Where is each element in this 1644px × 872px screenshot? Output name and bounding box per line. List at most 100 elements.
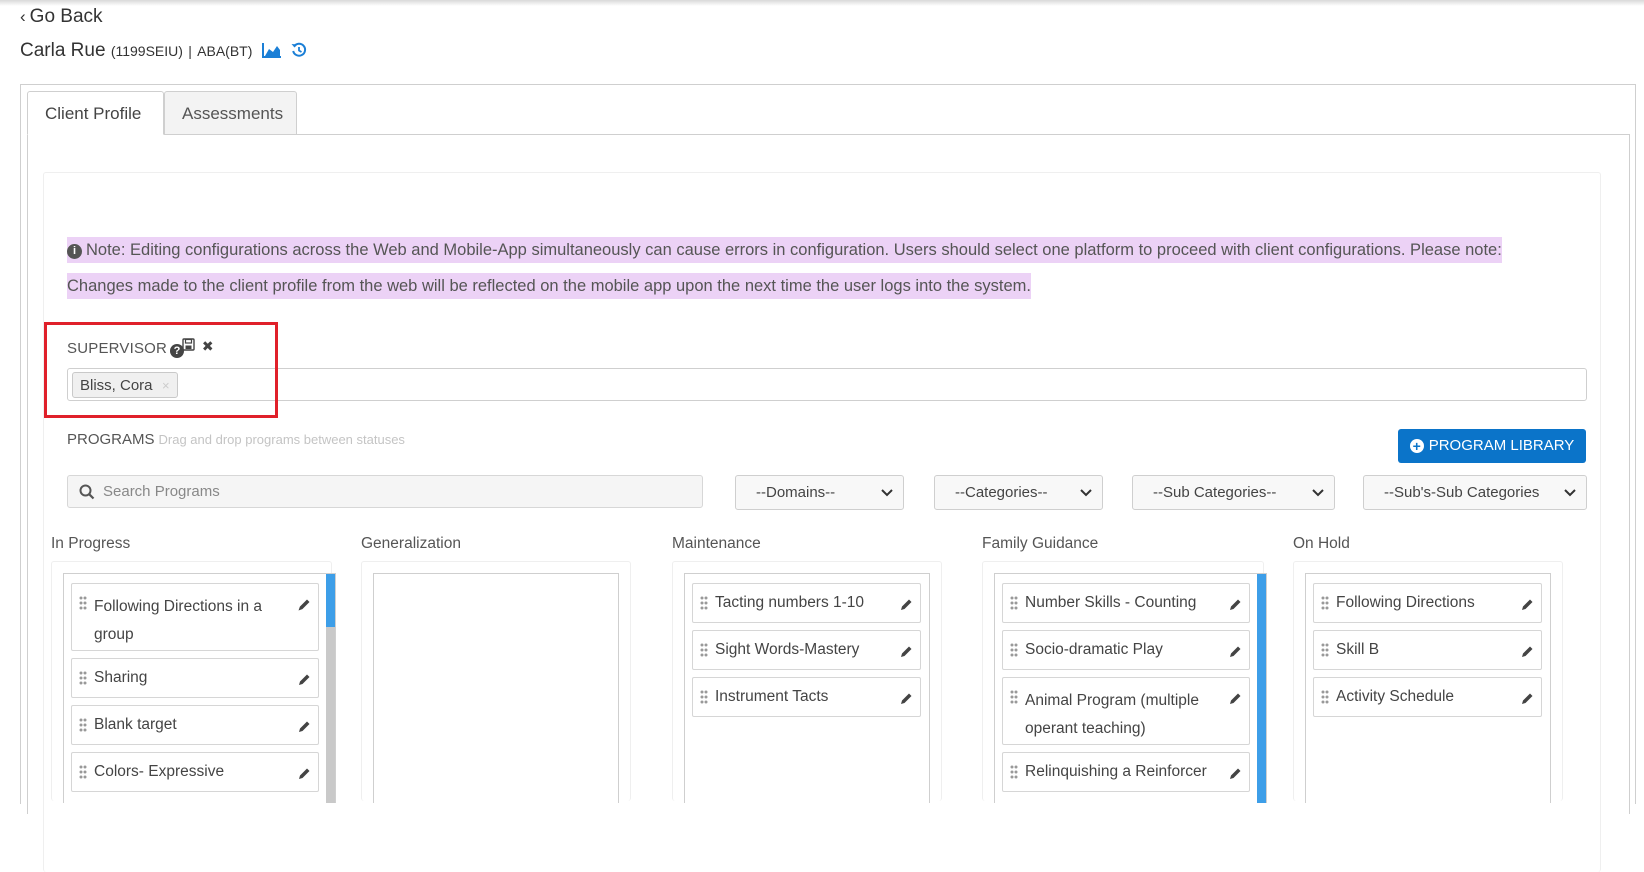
program-card[interactable]: Blank target bbox=[71, 705, 319, 745]
info-icon: i bbox=[67, 244, 82, 259]
program-card[interactable]: Activity Schedule bbox=[1313, 677, 1542, 717]
program-name: Number Skills - Counting bbox=[1025, 594, 1197, 611]
domains-select[interactable]: --Domains-- bbox=[735, 475, 904, 510]
program-name: Sight Words-Mastery bbox=[715, 641, 860, 658]
program-name: Socio-dramatic Play bbox=[1025, 641, 1163, 658]
pencil-icon[interactable] bbox=[1228, 598, 1242, 612]
program-library-label: PROGRAM LIBRARY bbox=[1428, 437, 1575, 454]
search-placeholder: Search Programs bbox=[103, 483, 220, 500]
program-card[interactable]: Skill B bbox=[1313, 630, 1542, 670]
program-card[interactable]: Tacting numbers 1-10 bbox=[692, 583, 921, 623]
programs-label: PROGRAMS Drag and drop programs between s… bbox=[67, 431, 405, 448]
drag-handle-icon[interactable] bbox=[700, 690, 708, 704]
chevron-down-icon bbox=[1080, 476, 1092, 509]
chevron-down-icon bbox=[1560, 476, 1576, 509]
program-name: Tacting numbers 1-10 bbox=[715, 594, 865, 611]
pencil-icon[interactable] bbox=[899, 645, 913, 659]
program-card[interactable]: Animal Program (multiple operant teaching… bbox=[1002, 677, 1250, 745]
go-back-label: Go Back bbox=[29, 6, 103, 27]
pencil-icon[interactable] bbox=[297, 767, 311, 781]
supervisor-select[interactable]: Bliss, Cora × bbox=[67, 368, 1587, 401]
chevron-left-icon: ‹ bbox=[20, 7, 26, 26]
program-name: Sharing bbox=[94, 669, 148, 686]
column-title-generalization: Generalization bbox=[361, 535, 461, 552]
pencil-icon[interactable] bbox=[1228, 767, 1242, 781]
categories-select[interactable]: --Categories-- bbox=[934, 475, 1103, 510]
drag-handle-icon[interactable] bbox=[700, 596, 708, 610]
program-name: Skill B bbox=[1336, 641, 1380, 658]
drag-handle-icon[interactable] bbox=[1010, 765, 1018, 779]
scrollbar[interactable] bbox=[1257, 574, 1266, 803]
program-card[interactable]: Instrument Tacts bbox=[692, 677, 921, 717]
drag-handle-icon[interactable] bbox=[1321, 643, 1329, 657]
pencil-icon[interactable] bbox=[1520, 692, 1534, 706]
program-name: Following Directions bbox=[1336, 594, 1475, 611]
pencil-icon[interactable] bbox=[1228, 645, 1242, 659]
drag-handle-icon[interactable] bbox=[79, 596, 87, 610]
pencil-icon[interactable] bbox=[899, 598, 913, 612]
program-card[interactable]: Relinquishing a Reinforcer bbox=[1002, 752, 1250, 792]
program-card[interactable]: Socio-dramatic Play bbox=[1002, 630, 1250, 670]
pencil-icon[interactable] bbox=[1520, 645, 1534, 659]
subs-sub-categories-select[interactable]: --Sub's-Sub Categories bbox=[1363, 475, 1587, 510]
note-line-2: Changes made to the client profile from … bbox=[67, 273, 1031, 299]
drag-handle-icon[interactable] bbox=[700, 643, 708, 657]
pencil-icon[interactable] bbox=[1228, 692, 1242, 706]
history-icon[interactable] bbox=[291, 42, 307, 64]
drag-handle-icon[interactable] bbox=[1010, 690, 1018, 704]
scrollbar[interactable] bbox=[326, 574, 335, 803]
plus-circle-icon: + bbox=[1409, 439, 1424, 453]
program-card[interactable]: Following Directions in a group bbox=[71, 583, 319, 651]
column-title-on-hold: On Hold bbox=[1293, 535, 1350, 552]
pencil-icon[interactable] bbox=[899, 692, 913, 706]
scrollbar-thumb[interactable] bbox=[326, 574, 335, 627]
program-name: Blank target bbox=[94, 716, 177, 733]
program-name-cont: group bbox=[94, 626, 134, 643]
drag-handle-icon[interactable] bbox=[1321, 596, 1329, 610]
program-card[interactable]: Following Directions bbox=[1313, 583, 1542, 623]
pencil-icon[interactable] bbox=[1520, 598, 1534, 612]
tab-assessments[interactable]: Assessments bbox=[164, 91, 297, 135]
sub-categories-select[interactable]: --Sub Categories-- bbox=[1132, 475, 1335, 510]
tab-client-profile[interactable]: Client Profile bbox=[27, 91, 164, 135]
chevron-down-icon bbox=[881, 476, 893, 509]
search-icon bbox=[79, 484, 95, 505]
separator: | bbox=[188, 43, 192, 59]
pencil-icon[interactable] bbox=[297, 673, 311, 687]
program-name: Activity Schedule bbox=[1336, 688, 1455, 705]
drag-handle-icon[interactable] bbox=[79, 765, 87, 779]
program-name: Animal Program (multiple bbox=[1025, 692, 1199, 709]
go-back-link[interactable]: ‹ Go Back bbox=[20, 6, 103, 28]
drag-handle-icon[interactable] bbox=[1010, 596, 1018, 610]
drag-handle-icon[interactable] bbox=[79, 718, 87, 732]
client-name: Carla Rue bbox=[20, 40, 106, 61]
note-line-1: Note: Editing configurations across the … bbox=[86, 241, 1502, 259]
generalization-list[interactable] bbox=[373, 573, 619, 803]
column-title-family-guidance: Family Guidance bbox=[982, 535, 1099, 552]
program-name: Colors- Expressive bbox=[94, 763, 225, 780]
area-chart-icon[interactable] bbox=[261, 42, 282, 64]
top-shadow bbox=[0, 0, 1644, 6]
pencil-icon[interactable] bbox=[297, 598, 311, 612]
column-title-maintenance: Maintenance bbox=[672, 535, 761, 552]
column-title-in-progress: In Progress bbox=[51, 535, 131, 552]
pencil-icon[interactable] bbox=[297, 720, 311, 734]
program-card[interactable]: Number Skills - Counting bbox=[1002, 583, 1250, 623]
program-name: Relinquishing a Reinforcer bbox=[1025, 763, 1207, 780]
annotation-highlight-box bbox=[44, 322, 278, 418]
program-card[interactable]: Colors- Expressive bbox=[71, 752, 319, 792]
drag-handle-icon[interactable] bbox=[1010, 643, 1018, 657]
chevron-down-icon bbox=[1312, 476, 1324, 509]
client-code: (1199SEIU) bbox=[110, 43, 183, 59]
program-name: Following Directions in a bbox=[94, 598, 262, 615]
program-name-cont: operant teaching) bbox=[1025, 720, 1146, 737]
drag-handle-icon[interactable] bbox=[1321, 690, 1329, 704]
program-library-button[interactable]: + PROGRAM LIBRARY bbox=[1398, 429, 1586, 463]
client-header: Carla Rue (1199SEIU) | ABA(BT) bbox=[20, 40, 307, 64]
drag-handle-icon[interactable] bbox=[79, 671, 87, 685]
program-card[interactable]: Sharing bbox=[71, 658, 319, 698]
config-note: i Note: Editing configurations across the… bbox=[67, 232, 1537, 304]
program-name: Instrument Tacts bbox=[715, 688, 829, 705]
search-programs-input[interactable]: Search Programs bbox=[67, 475, 703, 508]
program-card[interactable]: Sight Words-Mastery bbox=[692, 630, 921, 670]
